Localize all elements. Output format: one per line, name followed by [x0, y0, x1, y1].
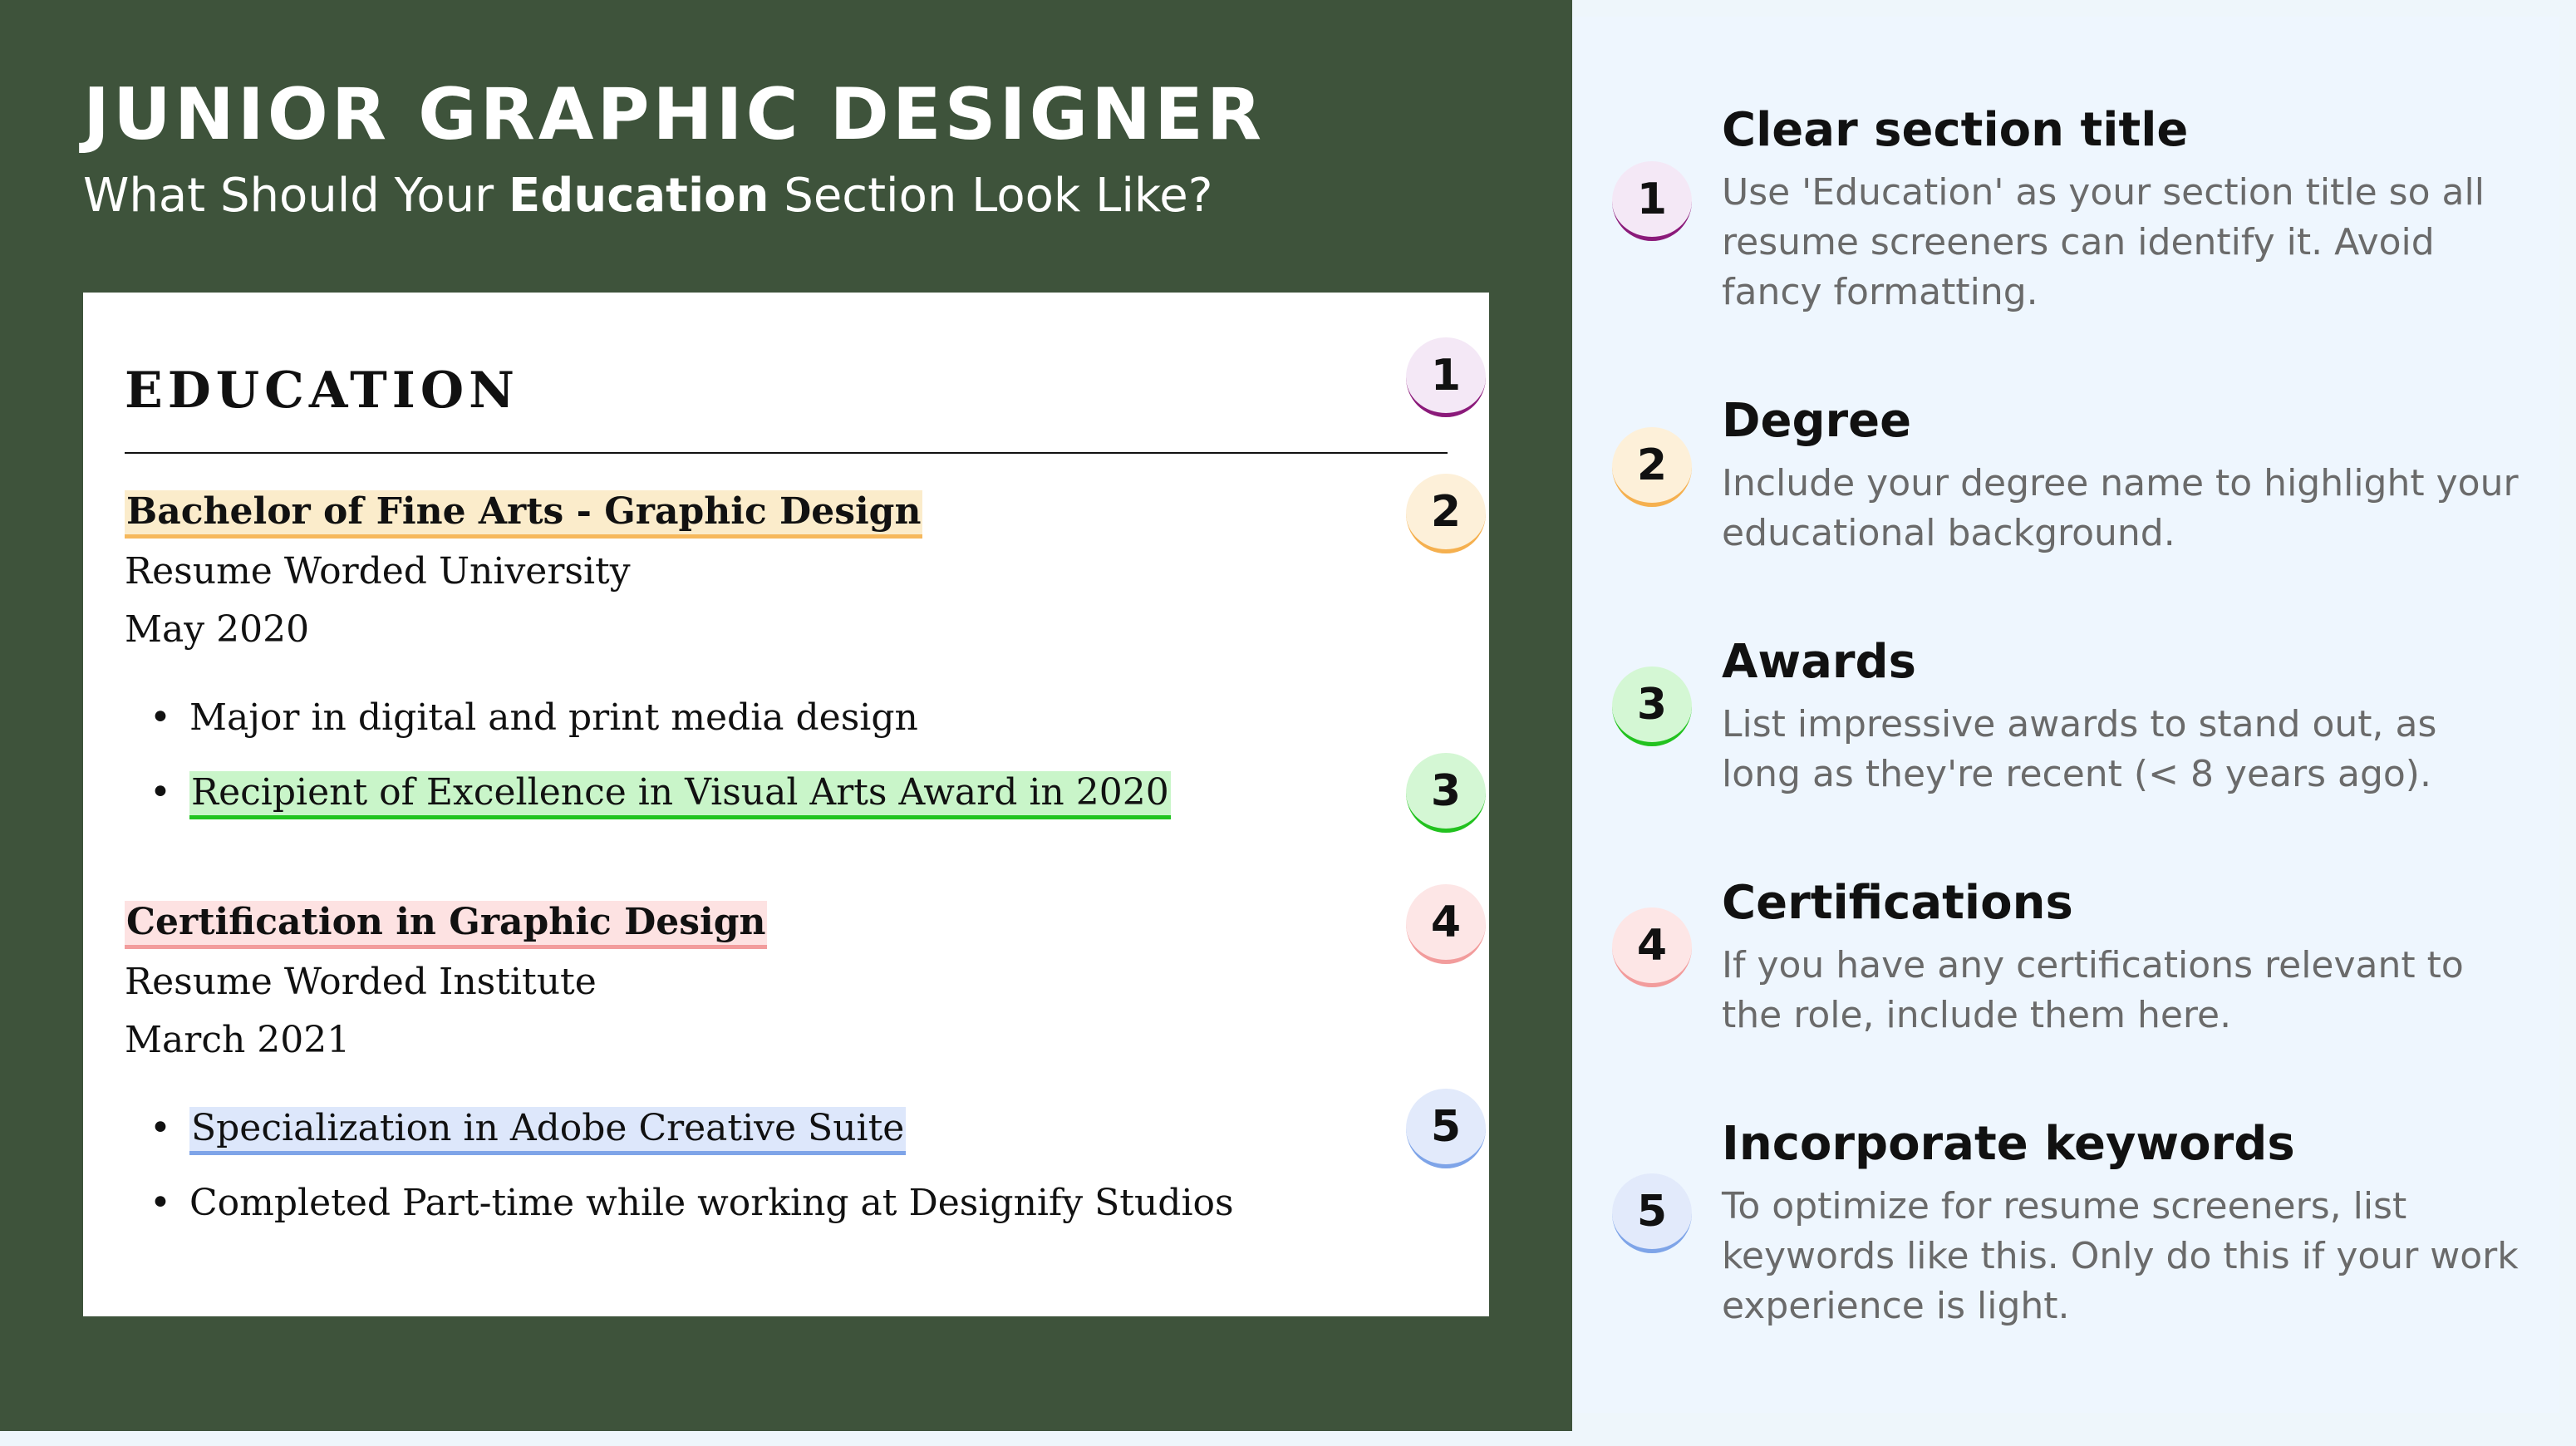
number-badge-2: 2 — [1406, 474, 1486, 553]
bullet-dot: • — [150, 1182, 171, 1224]
subtitle-suffix: Section Look Like? — [769, 169, 1213, 223]
bullet-text-highlight: Recipient of Excellence in Visual Arts A… — [189, 771, 1171, 819]
bullet-text: Major in digital and print media design — [189, 696, 918, 739]
left-panel: JUNIOR GRAPHIC DESIGNER What Should Your… — [0, 0, 1572, 1431]
bullet-text-highlight: Specialization in Adobe Creative Suite — [189, 1107, 907, 1155]
subtitle-bold: Education — [508, 169, 769, 223]
page-title: JUNIOR GRAPHIC DESIGNER — [83, 73, 1266, 156]
tip-title-1: Clear section title — [1722, 103, 2189, 157]
number-badge-3: 3 — [1406, 753, 1486, 833]
list-item: • Recipient of Excellence in Visual Arts … — [150, 768, 1171, 819]
institution-1: Resume Worded University — [125, 550, 631, 593]
number-badge-1: 1 — [1406, 337, 1486, 417]
degree-1: Bachelor of Fine Arts - Graphic Design — [125, 487, 923, 539]
list-item: • Major in digital and print media design — [150, 693, 918, 743]
tip-badge-3: 3 — [1612, 666, 1692, 746]
degree-2-highlight: Certification in Graphic Design — [125, 901, 768, 949]
bullet-dot: • — [150, 696, 171, 739]
institution-2: Resume Worded Institute — [125, 961, 597, 1003]
tip-badge-5: 5 — [1612, 1173, 1692, 1253]
tip-text-1: Use 'Education' as your section title so… — [1722, 171, 2485, 313]
number-badge-4: 4 — [1406, 884, 1486, 964]
bullet-dot: • — [150, 1107, 171, 1149]
list-item: • Specialization in Adobe Creative Suite — [150, 1104, 907, 1155]
tip-title-4: Certifications — [1722, 876, 2073, 930]
degree-1-highlight: Bachelor of Fine Arts - Graphic Design — [125, 490, 923, 539]
section-divider — [125, 452, 1448, 454]
tip-badge-4: 4 — [1612, 907, 1692, 987]
tip-title-5: Incorporate keywords — [1722, 1117, 2295, 1171]
degree-2: Certification in Graphic Design — [125, 898, 768, 949]
list-item: • Completed Part-time while working at De… — [150, 1178, 1234, 1228]
tip-badge-1: 1 — [1612, 161, 1692, 241]
number-badge-5: 5 — [1406, 1089, 1486, 1168]
tip-title-3: Awards — [1722, 635, 1916, 689]
tip-badge-2: 2 — [1612, 427, 1692, 507]
date-2: March 2021 — [125, 1019, 351, 1061]
tip-text-4: If you have any certifications relevant … — [1722, 944, 2464, 1036]
resume-education-card: EDUCATION Bachelor of Fine Arts - Graphi… — [83, 293, 1489, 1316]
page-subtitle: What Should Your Education Section Look … — [83, 163, 1212, 229]
bullet-text: Completed Part-time while working at Des… — [189, 1182, 1234, 1224]
tip-text-3: List impressive awards to stand out, as … — [1722, 703, 2437, 795]
subtitle-prefix: What Should Your — [83, 169, 509, 223]
tip-title-2: Degree — [1722, 394, 1912, 448]
education-section-title: EDUCATION — [125, 362, 519, 420]
tip-text-5: To optimize for resume screeners, list k… — [1722, 1185, 2519, 1327]
bullet-dot: • — [150, 771, 171, 814]
tip-text-2: Include your degree name to highlight yo… — [1722, 462, 2519, 554]
tips-panel: 1 Clear section title Use 'Education' as… — [1572, 17, 2559, 1413]
date-1: May 2020 — [125, 608, 310, 651]
